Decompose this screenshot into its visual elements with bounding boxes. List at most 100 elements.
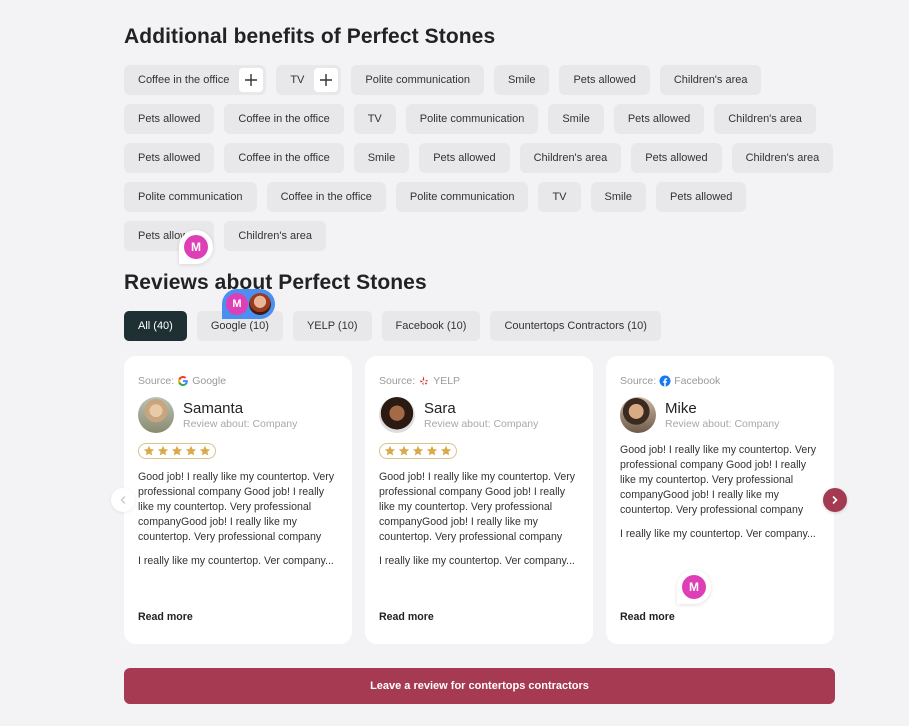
benefit-tag[interactable]: TV: [353, 104, 396, 134]
review-about: Review about: Company: [665, 418, 780, 430]
benefit-tag-label: Smile: [507, 74, 536, 86]
benefit-tag-label: Children's area: [728, 113, 802, 125]
reviewer-name: Mike: [665, 400, 697, 417]
benefit-tag[interactable]: Smile: [590, 182, 647, 212]
benefit-tag-label: Pets allowed: [670, 191, 733, 203]
read-more-link[interactable]: Read more: [138, 611, 193, 623]
benefit-tag[interactable]: Pets allowed: [613, 104, 705, 134]
benefit-tag-label: Pets allowed: [627, 113, 691, 125]
benefit-tag[interactable]: Polite communication: [351, 65, 484, 95]
benefit-tag-label: TV: [367, 113, 382, 125]
benefit-tag[interactable]: Pets allowed: [124, 143, 215, 173]
benefit-tag[interactable]: Coffee in the office: [224, 104, 344, 134]
star-rating: [379, 443, 457, 459]
review-cards: Source: Google Samanta Review about: Compan…: [124, 356, 834, 644]
benefit-tag-label: Children's area: [745, 152, 820, 164]
source-name: YELP: [433, 375, 461, 387]
add-benefit-button[interactable]: [314, 68, 339, 92]
reviewer-avatar: [379, 397, 415, 433]
read-more-link[interactable]: Read more: [379, 611, 434, 623]
benefit-tag-label: Polite communication: [365, 74, 470, 86]
chevron-left-icon: [120, 496, 126, 504]
review-filter-tab[interactable]: Facebook (10): [381, 311, 481, 341]
benefit-tag[interactable]: Pets allowed: [656, 182, 747, 212]
benefit-tag[interactable]: TV: [276, 65, 342, 95]
leave-review-button[interactable]: Leave a review for contertops contractor…: [124, 668, 835, 704]
read-more-link[interactable]: Read more: [620, 611, 675, 623]
reviewer: Mike Review about: Company: [620, 397, 820, 433]
review-filters: All (40) Google (10) YELP (10) Facebook (10…: [124, 311, 661, 341]
benefit-tag-label: Pets allowed: [138, 152, 201, 164]
benefit-tag[interactable]: Polite communication: [405, 104, 539, 134]
facebook-icon: [659, 375, 671, 387]
benefit-tag-label: Children's area: [238, 230, 313, 242]
benefit-tag-label: Coffee in the office: [238, 113, 330, 125]
benefit-tag[interactable]: Children's area: [659, 65, 762, 95]
star-icon: [426, 445, 438, 457]
benefit-tag-label: Smile: [604, 191, 633, 203]
benefit-tag[interactable]: Pets allowed: [559, 65, 650, 95]
yelp-icon: [418, 375, 430, 387]
review-text-excerpt: I really like my countertop. Ver company…: [620, 528, 816, 540]
reviewer-name: Samanta: [183, 400, 244, 417]
benefit-tag[interactable]: Coffee in the office: [266, 182, 386, 212]
review-text: Good job! I really like my countertop. V…: [138, 471, 335, 543]
review-filter-tab[interactable]: YELP (10): [292, 311, 372, 341]
star-icon: [412, 445, 424, 457]
benefit-tag[interactable]: Children's area: [519, 143, 622, 173]
carousel-prev-button[interactable]: [111, 488, 135, 512]
benefit-tag-label: TV: [552, 191, 567, 203]
review-card: Source: Google Samanta Review about: Compan…: [124, 356, 352, 644]
add-benefit-button[interactable]: [239, 68, 264, 92]
collaborator-avatar: M: [184, 235, 208, 259]
benefit-tag[interactable]: Polite communication: [124, 182, 257, 212]
benefit-tag-label: Polite communication: [138, 191, 243, 203]
reviewer-avatar: [620, 397, 656, 433]
benefit-tag[interactable]: TV: [538, 182, 581, 212]
source-name: Google: [192, 375, 227, 387]
benefit-tag[interactable]: Pets allowed: [124, 104, 215, 134]
benefit-tag[interactable]: Coffee in the office: [224, 143, 344, 173]
benefit-tag[interactable]: Smile: [493, 65, 550, 95]
collaborator-avatar: M: [682, 575, 706, 599]
benefit-tag[interactable]: Coffee in the office: [124, 65, 267, 95]
reviewer-name: Sara: [424, 400, 456, 417]
benefit-tag[interactable]: Children's area: [714, 104, 816, 134]
benefit-tag[interactable]: Children's area: [224, 221, 327, 251]
benefit-tag-label: Coffee in the office: [138, 74, 230, 86]
collaborator-avatar: M: [226, 293, 248, 315]
chevron-right-icon: [832, 496, 838, 504]
source-name: Facebook: [674, 375, 721, 387]
review-about: Review about: Company: [424, 418, 539, 430]
benefit-tag-label: Coffee in the office: [280, 191, 372, 203]
collaborator-cursor: M: [677, 570, 711, 604]
benefit-tag-label: Polite communication: [409, 191, 515, 203]
benefit-tag[interactable]: Pets allowed: [631, 143, 722, 173]
benefit-tag[interactable]: Smile: [353, 143, 410, 173]
benefit-tag-label: Coffee in the office: [238, 152, 330, 164]
benefit-tag-label: Pets allowed: [645, 152, 708, 164]
star-icon: [171, 445, 183, 457]
review-source: Source: Facebook: [620, 374, 820, 388]
benefit-tag[interactable]: Pets allowed: [419, 143, 510, 173]
collaborator-cursor-group: M: [222, 289, 275, 319]
review-text-excerpt: I really like my countertop. Ver company…: [138, 555, 334, 567]
benefit-tag[interactable]: Children's area: [731, 143, 834, 173]
review-card: Source: Facebook Mike Review about: Company…: [606, 356, 834, 644]
benefit-tag-label: Smile: [562, 113, 590, 125]
star-icon: [199, 445, 211, 457]
review-filter-tab[interactable]: All (40): [124, 311, 187, 341]
star-rating: [138, 443, 216, 459]
carousel-next-button[interactable]: [823, 488, 847, 512]
source-prefix: Source:: [620, 375, 657, 387]
review-filter-tab[interactable]: Countertops Contractors (10): [490, 311, 661, 341]
benefit-tag-label: Children's area: [673, 74, 748, 86]
review-source: Source: Google: [138, 374, 338, 388]
benefit-tag[interactable]: Polite communication: [395, 182, 529, 212]
review-source: Source: YELP: [379, 374, 579, 388]
reviews-title: Reviews about Perfect Stones: [124, 271, 427, 294]
benefit-tag[interactable]: Smile: [548, 104, 604, 134]
benefits-tag-list: Coffee in the office TV Polite communicati…: [124, 65, 836, 251]
star-icon: [185, 445, 197, 457]
review-about: Review about: Company: [183, 418, 298, 430]
